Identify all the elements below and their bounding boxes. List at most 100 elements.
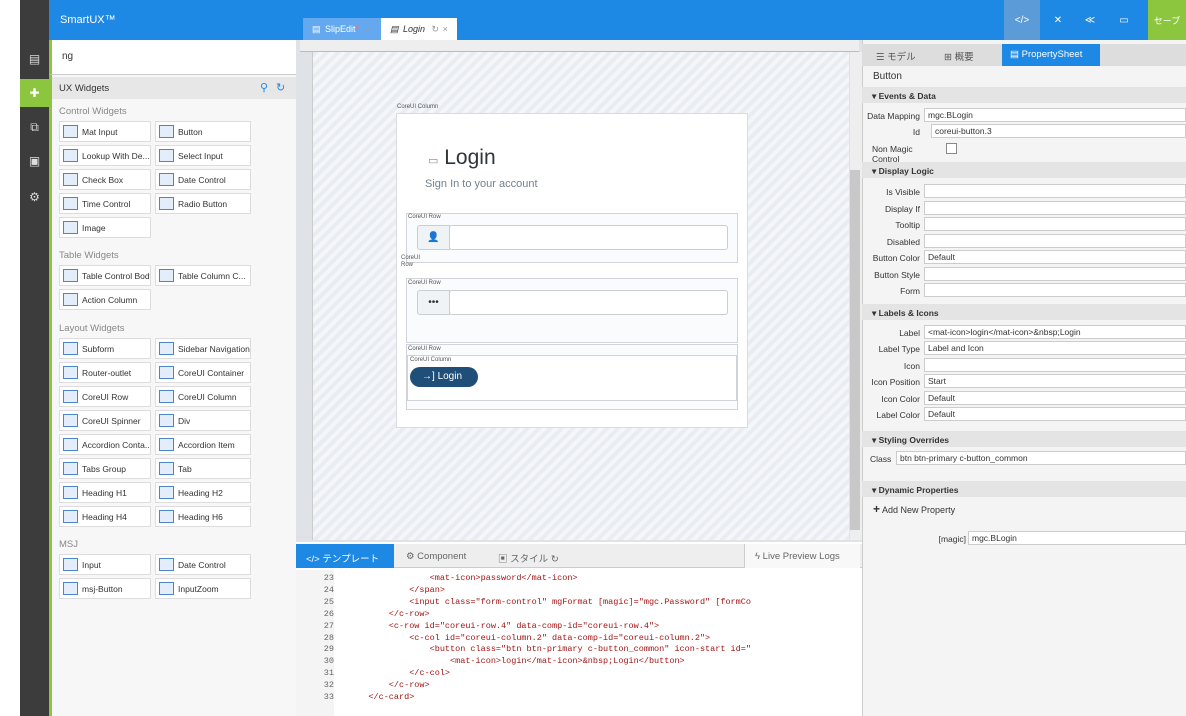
widget-image[interactable]: Image [59, 217, 151, 238]
widget-input[interactable]: Input [59, 554, 151, 575]
gear-icon[interactable]: ⚙ [20, 183, 49, 211]
class-field[interactable]: btn btn-primary c-button_common [896, 451, 1186, 465]
code-icon[interactable]: </> [1004, 0, 1040, 40]
code-line[interactable]: </span> [348, 585, 445, 595]
refresh-icon[interactable]: ↻ [432, 24, 440, 34]
refresh-icon[interactable]: ↻ [276, 81, 285, 94]
code-line[interactable]: <mat-icon>login</mat-icon>&nbsp;Login</b… [348, 656, 685, 666]
save-button[interactable]: セーブ [1148, 0, 1186, 40]
tab-style[interactable]: ▣ スタイル ↻ [488, 544, 588, 568]
code-line[interactable]: </c-row> [348, 680, 430, 690]
widget-inputzoom[interactable]: InputZoom [155, 578, 251, 599]
widget-coreui-column[interactable]: CoreUI Column [155, 386, 251, 407]
widget-msj-button[interactable]: msj-Button [59, 578, 151, 599]
add-new-property[interactable]: + Add New Property [873, 502, 955, 516]
section-events-data[interactable]: ▾ Events & Data [862, 87, 1186, 103]
code-line[interactable]: <input class="form-control" mgFormat [ma… [348, 597, 751, 607]
widget-heading-h6[interactable]: Heading H6 [155, 506, 251, 527]
image-icon[interactable]: ▣ [20, 147, 49, 175]
widget-heading-h4[interactable]: Heading H4 [59, 506, 151, 527]
widget-sidebar-navigation[interactable]: Sidebar Navigation [155, 338, 251, 359]
display-field[interactable] [924, 283, 1186, 297]
copy-icon[interactable]: ⧉ [20, 113, 49, 141]
id-field[interactable]: coreui-button.3 [931, 124, 1186, 138]
non-magic-checkbox[interactable] [946, 143, 957, 154]
widget-button[interactable]: Button [155, 121, 251, 142]
icon-color-field[interactable]: Default [924, 391, 1186, 405]
widget-accordion-conta[interactable]: Accordion Conta... [59, 434, 151, 455]
code-line[interactable]: </c-row> [348, 609, 430, 619]
code-line[interactable]: </c-card> [348, 692, 414, 702]
widget-heading-h1[interactable]: Heading H1 [59, 482, 151, 503]
section-display-logic[interactable]: ▾ Display Logic [862, 162, 1186, 178]
label-color-field[interactable]: Default [924, 407, 1186, 421]
tab-slipedit[interactable]: ▤ SlipEdit* × [303, 18, 381, 40]
widget-date-control[interactable]: Date Control [155, 554, 251, 575]
widget-accordion-item[interactable]: Accordion Item [155, 434, 251, 455]
widget-subform[interactable]: Subform [59, 338, 151, 359]
display-field[interactable] [924, 217, 1186, 231]
widget-mat-input[interactable]: Mat Input [59, 121, 151, 142]
data-mapping-field[interactable]: mgc.BLogin [924, 108, 1186, 122]
widget-coreui-row[interactable]: CoreUI Row [59, 386, 151, 407]
section-dynamic-properties[interactable]: ▾ Dynamic Properties [862, 481, 1186, 497]
puzzle-icon[interactable]: ✚ [20, 79, 49, 107]
section-styling-overrides[interactable]: ▾ Styling Overrides [862, 431, 1186, 447]
display-field[interactable] [924, 266, 1186, 281]
collapse-icon[interactable]: ✕ [1040, 0, 1076, 40]
login-button[interactable]: →] Login [410, 367, 478, 387]
scroll-thumb[interactable] [850, 170, 860, 530]
widget-select-input[interactable]: Select Input [155, 145, 251, 166]
tab-login[interactable]: ▤ Login ↻ × [381, 18, 457, 40]
widget-table-column-c[interactable]: Table Column C... [155, 265, 251, 286]
tab-live-preview-logs[interactable]: ϟ Live Preview Logs [744, 544, 860, 568]
tab-label: Component [417, 551, 467, 562]
code-line[interactable]: </c-col> [348, 668, 450, 678]
widget-time-control[interactable]: Time Control [59, 193, 151, 214]
tab-template[interactable]: </> テンプレート [296, 544, 394, 568]
username-input[interactable] [449, 225, 728, 250]
widget-radio-button[interactable]: Radio Button [155, 193, 251, 214]
widget-coreui-container[interactable]: CoreUI Container [155, 362, 251, 383]
login-subtitle[interactable]: Sign In to your account [425, 178, 538, 190]
section-labels-icons[interactable]: ▾ Labels & Icons [862, 304, 1186, 320]
search-icon[interactable]: ⚲ [260, 81, 268, 94]
magic-field[interactable]: mgc.BLogin [968, 531, 1186, 545]
icon-field[interactable] [924, 358, 1186, 372]
widget-date-control[interactable]: Date Control [155, 169, 251, 190]
display-field[interactable] [924, 184, 1186, 198]
code-line[interactable]: <c-col id="coreui-column.2" data-comp-id… [348, 633, 710, 643]
widget-table-control-body[interactable]: Table Control Body [59, 265, 151, 286]
monitor-icon[interactable]: ▭ [1106, 0, 1142, 40]
close-icon[interactable]: × [366, 24, 371, 34]
display-field[interactable] [924, 200, 1186, 215]
tab-overview[interactable]: ⊞ 概要 [936, 44, 998, 66]
code-line[interactable]: <mat-icon>password</mat-icon> [348, 573, 578, 583]
display-field[interactable] [924, 233, 1186, 248]
widget-tab[interactable]: Tab [155, 458, 251, 479]
widget-lookup-with-de[interactable]: Lookup With De... [59, 145, 151, 166]
code-line[interactable]: <c-row id="coreui-row.4" data-comp-id="c… [348, 621, 659, 631]
code-line[interactable]: <button class="btn btn-primary c-button_… [348, 644, 751, 654]
tab-propertysheet[interactable]: ▤ PropertySheet [1002, 44, 1100, 66]
tab-model[interactable]: ☰ モデル [868, 44, 934, 66]
widget-coreui-spinner[interactable]: CoreUI Spinner [59, 410, 151, 431]
page-icon[interactable]: ▤ [20, 45, 49, 73]
label-color-label: Label Color [876, 410, 920, 420]
display-field[interactable]: Default [924, 250, 1186, 264]
widget-router-outlet[interactable]: Router-outlet [59, 362, 151, 383]
icon-position-field[interactable]: Start [924, 374, 1186, 388]
share-icon[interactable]: ≪ [1072, 0, 1108, 40]
filter-input[interactable]: ng [49, 40, 296, 75]
widget-check-box[interactable]: Check Box [59, 169, 151, 190]
close-icon[interactable]: × [443, 24, 448, 34]
label-type-field[interactable]: Label and Icon [924, 341, 1186, 355]
widget-heading-h2[interactable]: Heading H2 [155, 482, 251, 503]
tab-component[interactable]: ⚙ Component [396, 544, 486, 568]
widget-action-column[interactable]: Action Column [59, 289, 151, 310]
password-input[interactable] [449, 290, 728, 315]
widget-div[interactable]: Div [155, 410, 251, 431]
login-heading[interactable]: ▭ Login [428, 146, 496, 170]
widget-tabs-group[interactable]: Tabs Group [59, 458, 151, 479]
label-field[interactable]: <mat-icon>login</mat-icon>&nbsp;Login [924, 325, 1186, 339]
